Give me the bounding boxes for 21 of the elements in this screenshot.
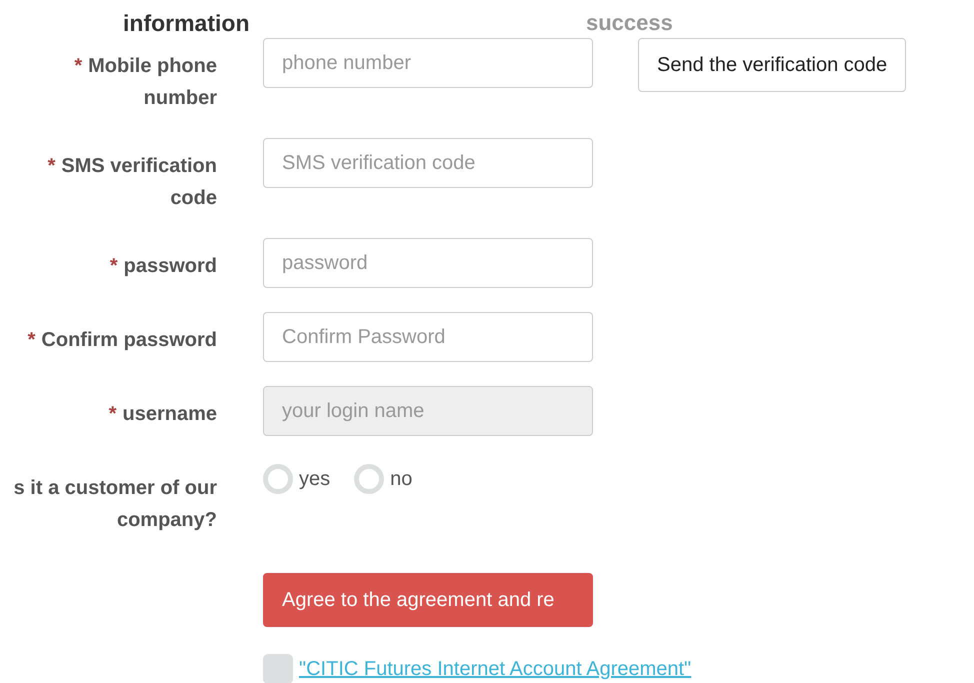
- step-label: information: [123, 12, 250, 35]
- required-mark: *: [28, 329, 36, 351]
- checkbox[interactable]: [263, 654, 293, 683]
- required-mark: *: [48, 155, 56, 177]
- field-label: Confirm password: [41, 329, 217, 351]
- field-label: username: [122, 403, 217, 425]
- field-label: password: [124, 255, 217, 277]
- input-field[interactable]: Confirm Password: [263, 312, 593, 362]
- input-field[interactable]: SMS verification code: [263, 138, 593, 188]
- radio-option[interactable]: yes: [263, 464, 330, 494]
- required-mark: *: [108, 403, 116, 425]
- step-label: success: [586, 12, 673, 34]
- field-label: SMS verification code: [61, 155, 217, 209]
- input-field[interactable]: password: [263, 238, 593, 288]
- required-mark: *: [74, 55, 82, 77]
- field-label: s it a customer of our company?: [12, 476, 217, 533]
- send-code-button[interactable]: Send the verification code: [638, 38, 906, 92]
- field-label: Mobile phone number: [88, 55, 217, 109]
- required-mark: *: [110, 255, 118, 277]
- input-field[interactable]: phone number: [263, 38, 593, 88]
- submit-button[interactable]: Agree to the agreement and re: [263, 573, 593, 627]
